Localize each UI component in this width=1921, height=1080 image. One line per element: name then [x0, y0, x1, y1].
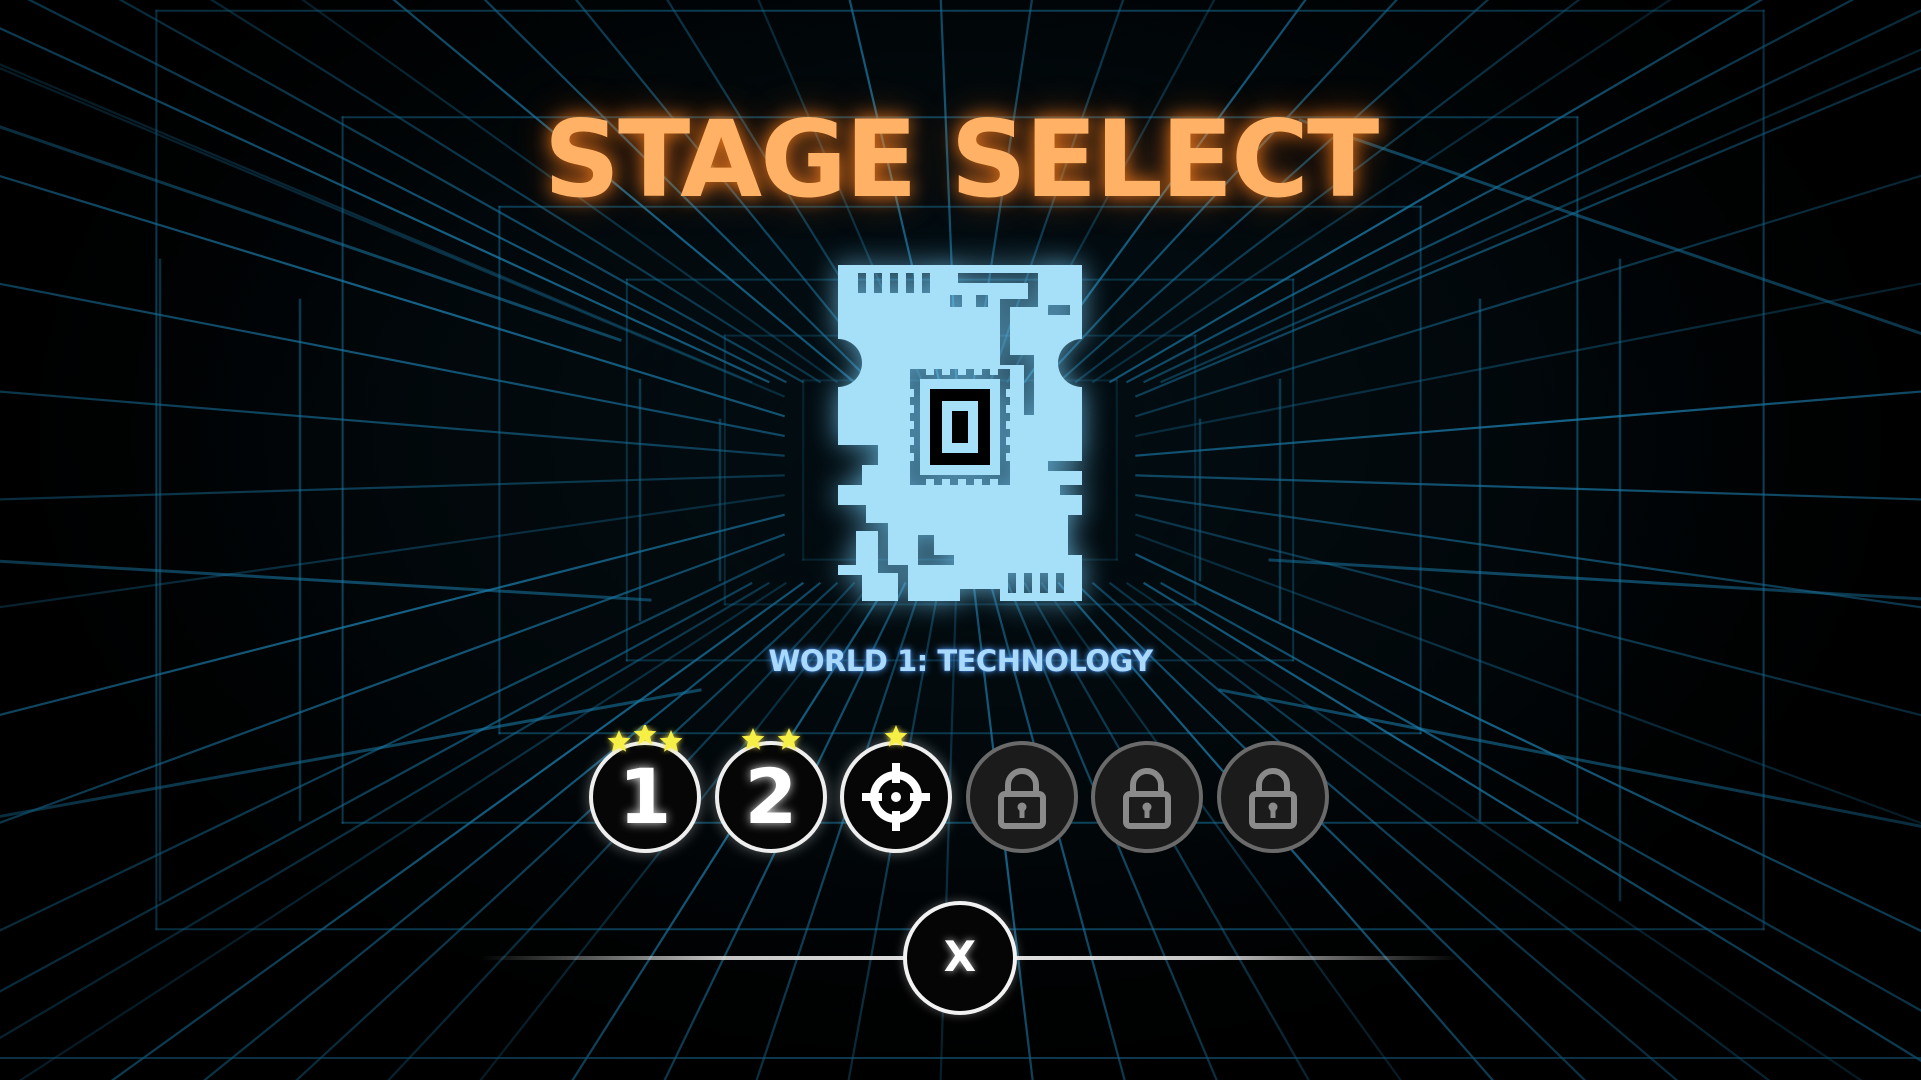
stage-button-1[interactable]: 1	[589, 725, 701, 853]
close-button-label: X	[943, 932, 977, 981]
stage-stars	[607, 725, 683, 752]
close-button[interactable]: X	[903, 901, 1017, 1015]
star-icon	[607, 730, 631, 752]
world-name: WORLD 1: TECHNOLOGY	[768, 644, 1153, 678]
stage-button-5[interactable]	[1091, 741, 1203, 853]
stage-stars	[884, 725, 908, 747]
lock-icon	[1123, 768, 1171, 829]
stage-button-2[interactable]: 2	[715, 728, 827, 853]
stage-number: 2	[744, 752, 798, 841]
star-icon	[741, 728, 765, 750]
star-icon	[884, 725, 908, 747]
star-icon	[633, 725, 657, 745]
star-icon	[659, 730, 683, 752]
stage-select-screen: STAGE SELECT WORLD 1: TECHNOLOGY 1 2 X	[0, 0, 1921, 1080]
star-icon	[777, 728, 801, 750]
lock-icon	[1249, 768, 1297, 829]
crosshair-icon	[862, 763, 930, 831]
lock-icon	[998, 768, 1046, 829]
circuit-chip-icon	[838, 265, 1082, 601]
stage-button-4[interactable]	[966, 741, 1078, 853]
stage-button-6[interactable]	[1217, 741, 1329, 853]
stage-stars	[741, 728, 801, 750]
stage-button-3[interactable]	[840, 725, 952, 853]
stage-number: 1	[618, 752, 672, 841]
page-title: STAGE SELECT	[543, 98, 1380, 221]
